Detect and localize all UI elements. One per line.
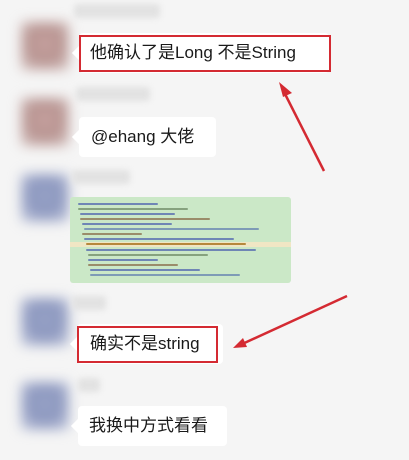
message-text: @ehang 大佬 — [91, 127, 195, 146]
arrow-to-first-message — [279, 82, 326, 172]
arrow-to-fourth-message — [233, 294, 348, 348]
message-text: 我换中方式看看 — [89, 416, 208, 435]
message-text: 他确认了是Long 不是String — [90, 43, 296, 62]
message-text: 确实不是string — [90, 334, 200, 353]
annotation-arrows — [233, 82, 348, 348]
